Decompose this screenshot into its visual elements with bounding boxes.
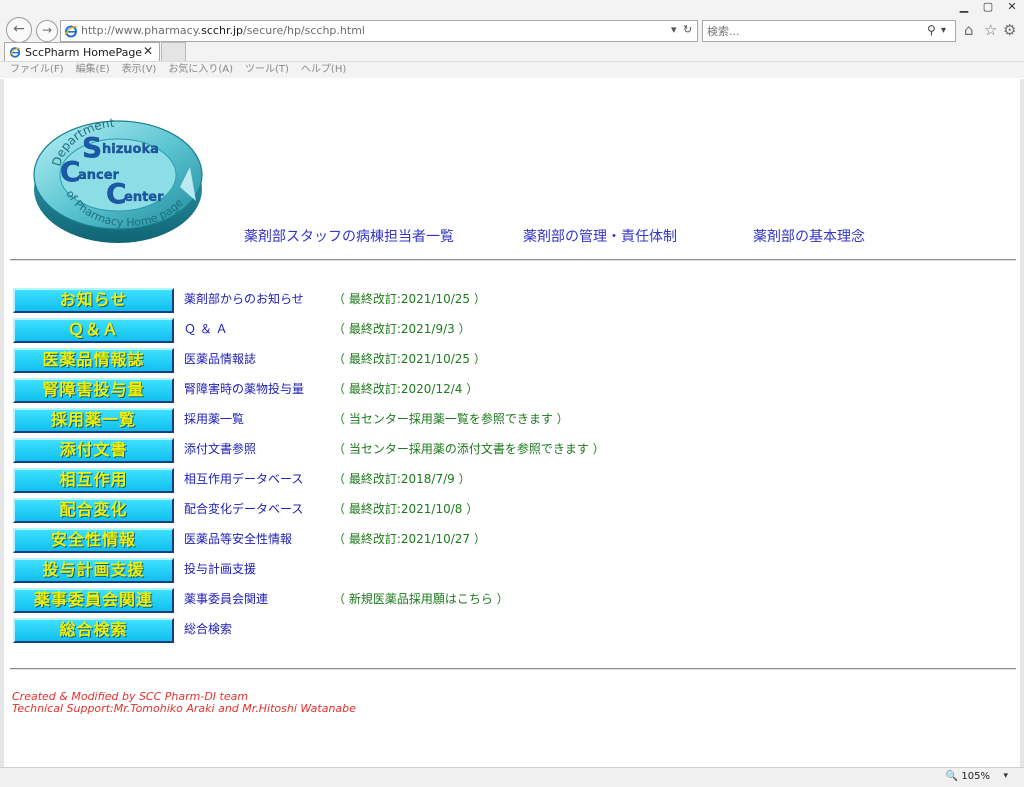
button-formulary[interactable]: 採用薬一覧	[13, 408, 174, 433]
menu-view[interactable]: 表示(V)	[122, 62, 157, 78]
maximize-button[interactable]: ▢	[976, 0, 1000, 16]
favorites-star-icon[interactable]: ☆	[984, 21, 997, 39]
button-dosing-plan[interactable]: 投与計画支援	[13, 558, 174, 583]
link-drug-info[interactable]: 医薬品情報誌	[184, 350, 256, 367]
logo-word-center: enter	[124, 190, 164, 205]
logo-word-shizuoka: hizuoka	[102, 142, 159, 157]
menu-row: 配合変化 配合変化データベース （ 最終改訂:2021/10/8 ）	[13, 498, 713, 528]
row-note: （ 当センター採用薬の添付文書を参照できます ）	[333, 442, 605, 456]
search-input[interactable]	[707, 23, 907, 39]
logo-letter-s: S	[82, 131, 102, 164]
menu-tools[interactable]: ツール(T)	[245, 62, 289, 78]
row-note: （ 当センター採用薬一覧を参照できます ）	[333, 412, 569, 426]
link-ward-staff[interactable]: 薬剤部スタッフの病棟担当者一覧	[244, 226, 454, 246]
ie-icon	[64, 25, 78, 38]
button-pharmacy-committee[interactable]: 薬事委員会関連	[13, 588, 174, 613]
ie-tab-icon	[9, 47, 21, 58]
new-tab-button[interactable]	[161, 42, 186, 61]
button-package-insert[interactable]: 添付文書	[13, 438, 174, 463]
zoom-level[interactable]: 🔍 105%	[946, 771, 990, 782]
address-bar[interactable]: http://www.pharmacy.scchr.jp/secure/hp/s…	[60, 20, 698, 42]
minimize-button[interactable]: ▁	[952, 0, 976, 16]
row-note: （ 最終改訂:2021/10/8 ）	[333, 502, 479, 516]
tab-title: SccPharm HomePage	[25, 46, 143, 59]
back-button[interactable]: ←	[6, 17, 32, 43]
menu-favorites[interactable]: お気に入り(A)	[168, 62, 233, 78]
link-dosing-plan[interactable]: 投与計画支援	[184, 560, 256, 577]
link-general-search[interactable]: 総合検索	[184, 620, 232, 637]
close-window-button[interactable]: ✕	[1000, 0, 1024, 16]
button-renal-dose[interactable]: 腎障害投与量	[13, 378, 174, 403]
menu-edit[interactable]: 編集(E)	[76, 62, 110, 78]
menu-row: 投与計画支援 投与計画支援	[13, 558, 713, 588]
link-interactions[interactable]: 相互作用データベース	[184, 470, 303, 487]
button-safety-info[interactable]: 安全性情報	[13, 528, 174, 553]
link-management[interactable]: 薬剤部の管理・責任体制	[523, 226, 677, 246]
settings-gear-icon[interactable]: ⚙	[1003, 21, 1016, 39]
menu-row: 相互作用 相互作用データベース （ 最終改訂:2018/7/9 ）	[13, 468, 713, 498]
credits-line-2: Technical Support:Mr.Tomohiko Araki and …	[12, 702, 356, 715]
menu-row: 安全性情報 医薬品等安全性情報 （ 最終改訂:2021/10/27 ）	[13, 528, 713, 558]
link-qa[interactable]: Ｑ ＆ Ａ	[184, 320, 228, 337]
row-note: （ 最終改訂:2021/10/27 ）	[333, 532, 486, 546]
link-notices[interactable]: 薬剤部からのお知らせ	[184, 290, 304, 307]
search-icon[interactable]: ⚲	[927, 23, 936, 37]
button-qa[interactable]: Ｑ＆Ａ	[13, 318, 174, 343]
divider-bottom	[10, 668, 1016, 670]
row-note: （ 最終改訂:2021/9/3 ）	[333, 322, 471, 336]
button-compatibility[interactable]: 配合変化	[13, 498, 174, 523]
link-philosophy[interactable]: 薬剤部の基本理念	[753, 226, 865, 246]
address-dropdown-icon[interactable]: ▾	[671, 23, 677, 36]
page-content: Department of Pharmacy Home page S hizuo…	[0, 79, 1024, 767]
search-dropdown-icon[interactable]: ▾	[941, 25, 946, 36]
menu-row: 添付文書 添付文書参照 （ 当センター採用薬の添付文書を参照できます ）	[13, 438, 713, 468]
window-controls: ▁ ▢ ✕	[952, 0, 1024, 16]
tab-close-icon[interactable]: ✕	[143, 44, 153, 58]
menu-row: 医薬品情報誌 医薬品情報誌 （ 最終改訂:2021/10/25 ）	[13, 348, 713, 378]
row-note: （ 新規医薬品採用願はこちら ）	[333, 592, 509, 606]
search-box[interactable]: ⚲ ▾	[702, 20, 956, 42]
home-icon[interactable]: ⌂	[964, 21, 974, 39]
link-package-insert[interactable]: 添付文書参照	[184, 440, 256, 457]
menu-bar: ファイル(F) 編集(E) 表示(V) お気に入り(A) ツール(T) ヘルプ(…	[0, 61, 1024, 78]
menu-file[interactable]: ファイル(F)	[10, 62, 64, 78]
menu-row: 腎障害投与量 腎障害時の薬物投与量 （ 最終改訂:2020/12/4 ）	[13, 378, 713, 408]
status-bar: 🔍 105% ▾	[0, 767, 1024, 787]
row-note: （ 最終改訂:2021/10/25 ）	[333, 292, 486, 306]
scc-logo: Department of Pharmacy Home page S hizuo…	[33, 116, 203, 243]
link-compatibility[interactable]: 配合変化データベース	[184, 500, 303, 517]
link-pharmacy-committee[interactable]: 薬事委員会関連	[184, 590, 268, 607]
zoom-dropdown-icon[interactable]: ▾	[1003, 771, 1008, 781]
link-safety-info[interactable]: 医薬品等安全性情報	[184, 530, 292, 547]
browser-chrome: ▁ ▢ ✕ ← → http://www.pharmacy.scchr.jp/s…	[0, 0, 1024, 78]
refresh-icon[interactable]: ↻	[683, 23, 692, 36]
row-note: （ 最終改訂:2020/12/4 ）	[333, 382, 479, 396]
button-notices[interactable]: お知らせ	[13, 288, 174, 313]
tab-scc-pharm[interactable]: SccPharm HomePage ✕	[4, 42, 160, 61]
link-renal-dose[interactable]: 腎障害時の薬物投与量	[184, 380, 304, 397]
divider-top	[10, 259, 1016, 261]
menu-row: Ｑ＆Ａ Ｑ ＆ Ａ （ 最終改訂:2021/9/3 ）	[13, 318, 713, 348]
menu-row: 薬事委員会関連 薬事委員会関連 （ 新規医薬品採用願はこちら ）	[13, 588, 713, 618]
forward-button[interactable]: →	[36, 20, 58, 42]
url-text[interactable]: http://www.pharmacy.scchr.jp/secure/hp/s…	[81, 24, 365, 37]
row-note: （ 最終改訂:2018/7/9 ）	[333, 472, 471, 486]
link-formulary[interactable]: 採用薬一覧	[184, 410, 244, 427]
menu-help[interactable]: ヘルプ(H)	[301, 62, 346, 78]
button-drug-info[interactable]: 医薬品情報誌	[13, 348, 174, 373]
menu-row: お知らせ 薬剤部からのお知らせ （ 最終改訂:2021/10/25 ）	[13, 288, 713, 318]
button-general-search[interactable]: 総合検索	[13, 618, 174, 643]
zoom-value: 105%	[961, 771, 990, 782]
row-note: （ 最終改訂:2021/10/25 ）	[333, 352, 486, 366]
button-interactions[interactable]: 相互作用	[13, 468, 174, 493]
menu-row: 採用薬一覧 採用薬一覧 （ 当センター採用薬一覧を参照できます ）	[13, 408, 713, 438]
menu-row: 総合検索 総合検索	[13, 618, 713, 648]
credits: Created & Modified by SCC Pharm-DI team …	[12, 691, 356, 715]
menu-list: お知らせ 薬剤部からのお知らせ （ 最終改訂:2021/10/25 ） Ｑ＆Ａ …	[13, 288, 713, 648]
